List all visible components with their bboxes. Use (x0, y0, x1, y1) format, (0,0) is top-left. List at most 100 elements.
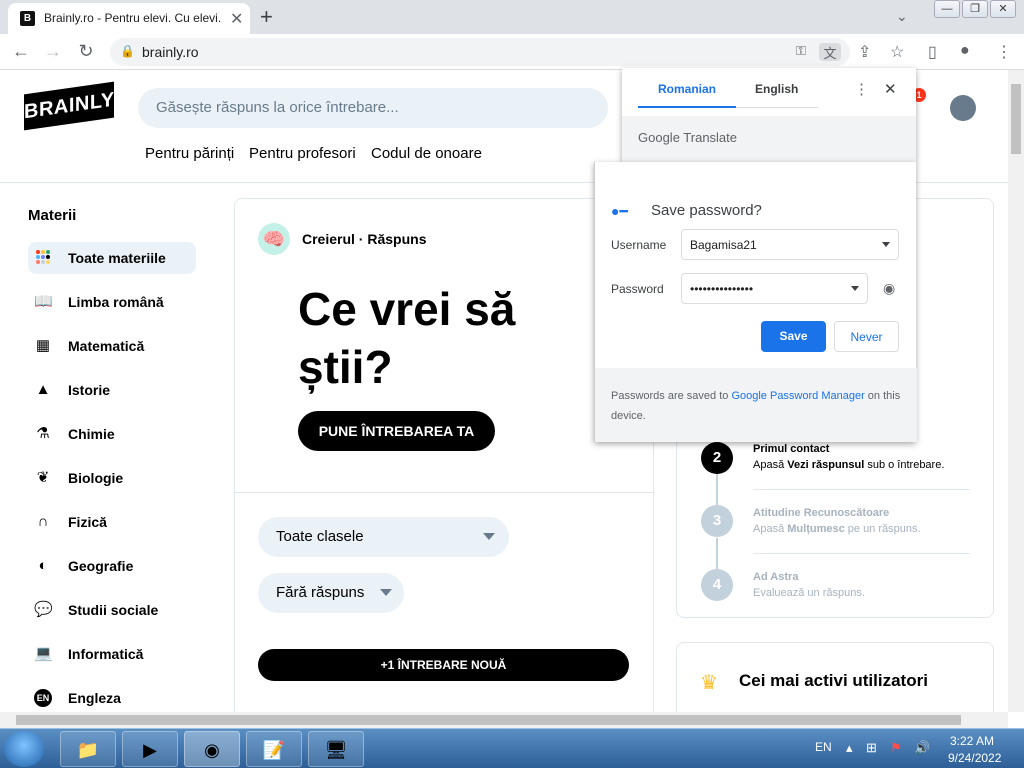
action-center-icon[interactable]: ⚑ (890, 740, 902, 756)
sidebar-item-informatics[interactable]: 💻 Informatică (28, 638, 196, 670)
save-button[interactable]: Save (761, 321, 826, 352)
browser-toolbar: ← → ↻ 🔒 brainly.ro ⚿ 文 ⇪ ☆ ▯ ● ⋮ (0, 34, 1024, 70)
menu-kebab-icon[interactable]: ⋮ (996, 42, 1012, 62)
ask-question-button[interactable]: PUNE ÎNTREBAREA TA (298, 411, 495, 451)
sidebar-item-math[interactable]: ▦ Matematică (28, 330, 196, 362)
tray-expand-icon[interactable]: ▴ (846, 740, 853, 756)
never-button[interactable]: Never (834, 321, 899, 352)
new-question-button[interactable]: +1 ÎNTREBARE NOUĂ (258, 649, 629, 681)
chevron-down-icon[interactable] (851, 286, 859, 291)
nav-link-honor-code[interactable]: Codul de onoare (371, 145, 482, 162)
sidebar-item-label: Informatică (68, 646, 144, 662)
show-password-eye-icon[interactable]: ◉ (883, 280, 895, 297)
chevron-down-icon (380, 589, 392, 596)
sidebar-item-history[interactable]: ▲ Istorie (28, 374, 196, 406)
back-icon[interactable]: ← (10, 41, 32, 62)
nav-link-parents[interactable]: Pentru părinți (145, 145, 234, 162)
close-icon[interactable]: ✕ (884, 80, 897, 98)
sidebar-item-romanian[interactable]: 📖 Limba română (28, 286, 196, 318)
password-manager-link[interactable]: Google Password Manager (731, 390, 864, 402)
google-translate-brand: Google Translate (638, 130, 738, 145)
password-label: Password (611, 282, 664, 296)
bookmark-star-icon[interactable]: ☆ (890, 42, 904, 62)
clock-time[interactable]: 3:22 AM (950, 734, 994, 748)
sidebar-item-english[interactable]: EN Engleza (28, 682, 196, 712)
step-desc-text: Apasă (753, 523, 788, 535)
vertical-scrollbar[interactable] (1008, 70, 1024, 712)
grade-filter-dropdown[interactable]: Toate clasele (258, 517, 509, 557)
brain-icon: 🧠 (258, 223, 290, 255)
triangle-icon: ▲ (35, 381, 51, 398)
terminal-icon[interactable]: 🖥 (308, 731, 364, 767)
step-desc-text: sub o întrebare. (864, 459, 945, 471)
search-input[interactable]: Găsește răspuns la orice întrebare... (138, 88, 608, 128)
start-button[interactable] (4, 731, 44, 767)
network-icon[interactable]: ⊞ (866, 740, 877, 756)
scrollbar-thumb[interactable] (1011, 84, 1021, 154)
step-desc-bold: Mulțumesc (787, 523, 845, 535)
sidebar-item-label: Chimie (68, 426, 115, 442)
close-window-button[interactable]: ✕ (990, 0, 1016, 18)
windows-taskbar: 📁 ▶ ◉ 📝 🖥 EN ▴ ⊞ ⚑ 🔊 3:22 AM 9/24/2022 (0, 728, 1024, 768)
share-icon[interactable]: ⇪ (858, 42, 871, 62)
reload-icon[interactable]: ↻ (75, 41, 97, 62)
media-player-icon[interactable]: ▶ (122, 731, 178, 767)
chevron-down-icon[interactable] (882, 242, 890, 247)
translate-icon[interactable]: 文 (819, 43, 841, 61)
sidebar-item-geography[interactable]: ◐ Geografie (28, 550, 196, 582)
en-badge-icon: EN (34, 689, 52, 707)
browser-tab[interactable]: B Brainly.ro - Pentru elevi. Cu elevi. ✕ (8, 3, 250, 34)
username-field[interactable]: Bagamisa21 (681, 229, 899, 260)
sidebar-item-physics[interactable]: ∩ Fizică (28, 506, 196, 538)
sidebar-item-all-subjects[interactable]: Toate materiile (28, 242, 196, 274)
new-tab-button[interactable]: + (260, 4, 273, 30)
minimize-button[interactable]: — (934, 0, 960, 18)
password-field[interactable]: ••••••••••••••• (681, 273, 868, 304)
flask-icon: ⚗ (36, 425, 50, 442)
grade-filter-value: Toate clasele (276, 528, 364, 545)
sidebar-item-biology[interactable]: ❦ Biologie (28, 462, 196, 494)
tab-search-icon[interactable]: ⌄ (896, 8, 908, 25)
tab-target-language[interactable]: English (755, 82, 798, 96)
avatar[interactable] (950, 95, 976, 121)
laptop-icon: 💻 (34, 645, 53, 662)
step-title: Atitudine Recunoscătoare (753, 507, 890, 519)
file-explorer-icon[interactable]: 📁 (60, 731, 116, 767)
step-desc-text: Apasă (753, 459, 788, 471)
chrome-icon[interactable]: ◉ (184, 731, 240, 767)
hero-heading: Ce vrei să știi? (298, 280, 618, 396)
profile-icon[interactable]: ● (960, 42, 970, 60)
translate-menu-icon[interactable]: ⋮ (854, 80, 869, 98)
language-indicator[interactable]: EN (815, 740, 832, 754)
step-title: Primul contact (753, 443, 830, 455)
forward-icon[interactable]: → (42, 41, 64, 62)
card-divider (234, 492, 654, 493)
side-panel-icon[interactable]: ▯ (928, 42, 937, 62)
nav-link-teachers[interactable]: Pentru profesori (249, 145, 356, 162)
ask-question-card (234, 198, 654, 712)
sidebar-item-social-studies[interactable]: 💬 Studii sociale (28, 594, 196, 626)
volume-icon[interactable]: 🔊 (914, 740, 930, 756)
clock-date[interactable]: 9/24/2022 (948, 751, 1001, 765)
step-description: Apasă Vezi răspunsul sub o întrebare. (753, 459, 944, 471)
restore-button[interactable]: ❐ (962, 0, 988, 18)
lock-icon[interactable]: 🔒 (120, 44, 135, 58)
answer-filter-dropdown[interactable]: Fără răspuns (258, 573, 404, 613)
brainly-logo[interactable]: BRAINLY (24, 81, 115, 131)
sidebar-item-label: Biologie (68, 470, 124, 486)
tab-close-icon[interactable]: ✕ (230, 9, 243, 29)
address-bar[interactable]: 🔒 brainly.ro ⚿ 文 (110, 38, 850, 66)
scrollbar-thumb[interactable] (16, 715, 961, 725)
notepad-icon[interactable]: 📝 (246, 731, 302, 767)
step-desc-text: Evaluează un răspuns. (753, 587, 865, 599)
sidebar-item-chemistry[interactable]: ⚗ Chimie (28, 418, 196, 450)
horizontal-scrollbar[interactable] (0, 712, 1008, 728)
chevron-down-icon (483, 533, 495, 540)
brain-answer-label: Creierul · Răspuns (302, 231, 427, 247)
key-icon[interactable]: ⚿ (790, 43, 812, 61)
search-placeholder: Găsește răspuns la orice întrebare... (156, 99, 399, 116)
tab-selected-indicator (638, 106, 736, 108)
answer-filter-value: Fără răspuns (276, 584, 365, 601)
magnet-icon: ∩ (37, 513, 49, 530)
tab-source-language[interactable]: Romanian (658, 82, 716, 96)
